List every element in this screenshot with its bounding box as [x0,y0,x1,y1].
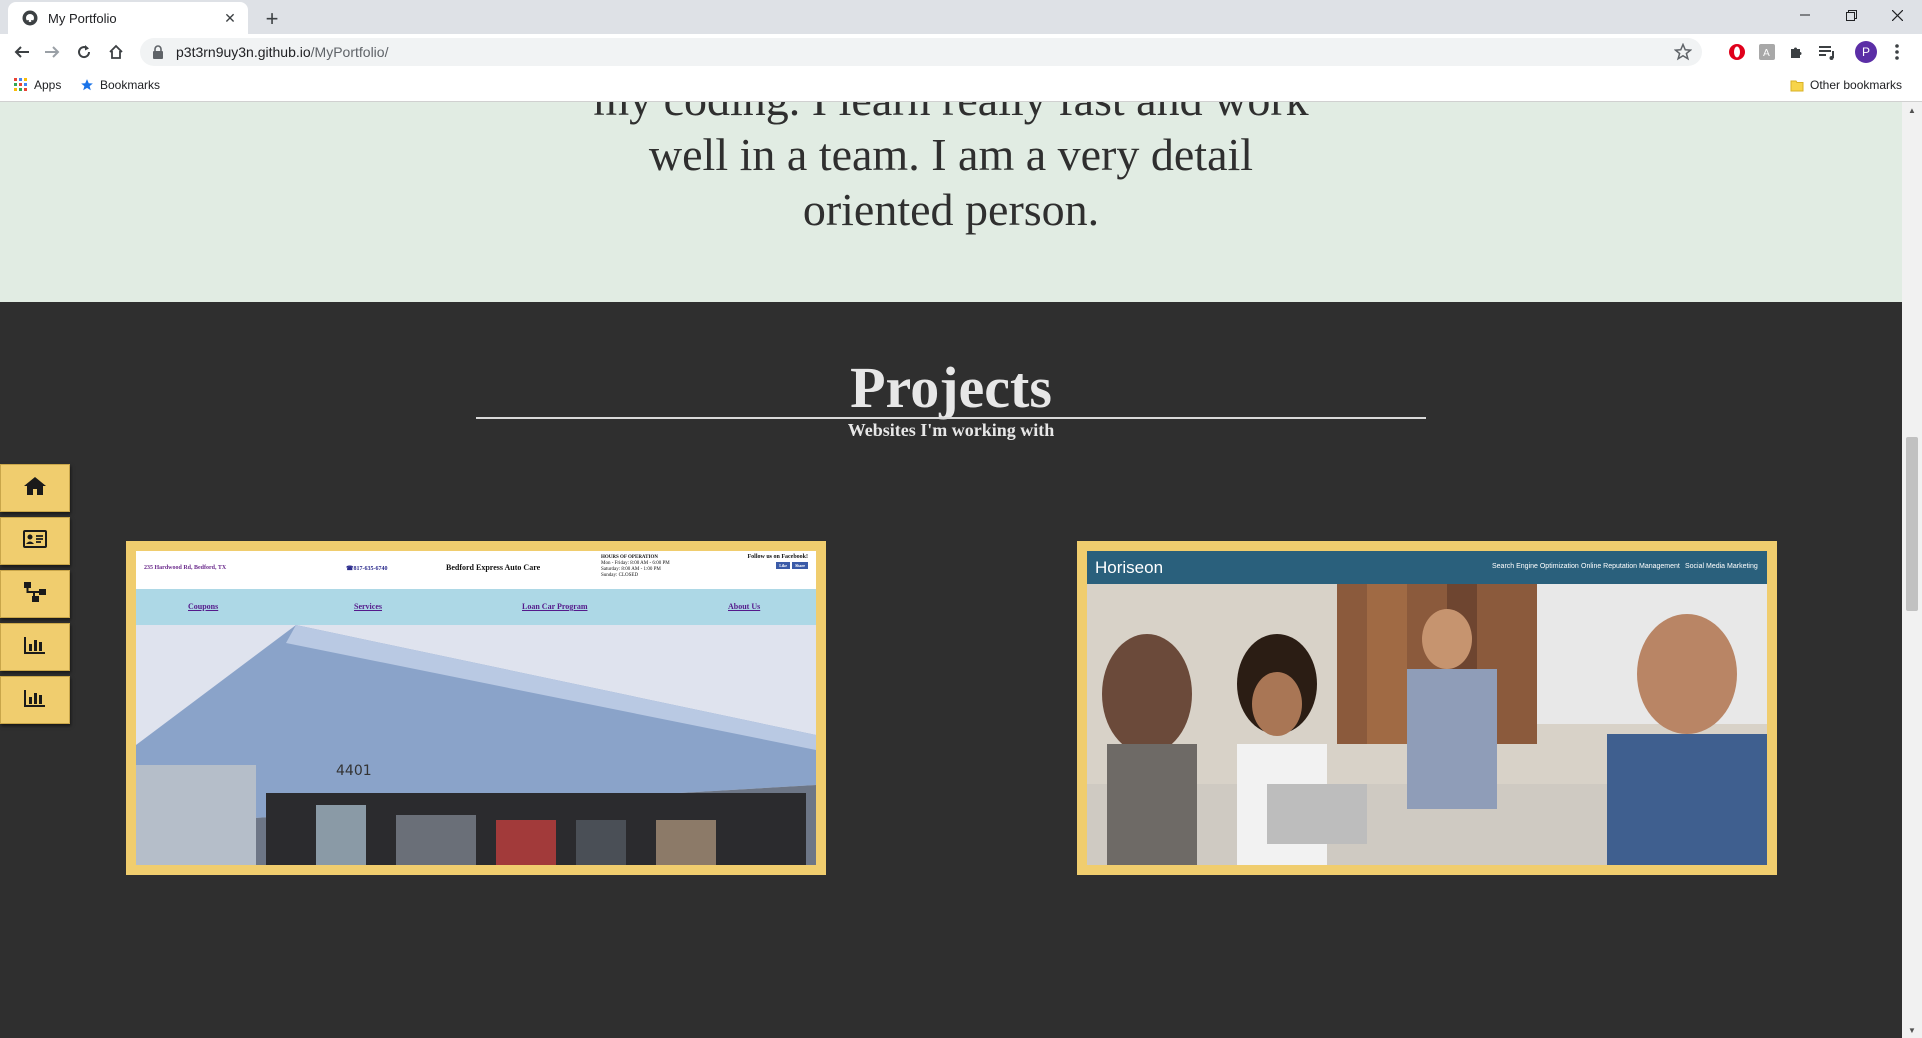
new-tab-button[interactable]: + [258,5,286,33]
url-host: p3t3rn9uy3n.github.io [176,44,311,60]
other-bookmarks-folder[interactable]: Other bookmarks [1790,78,1902,92]
bedford-header: 235 Hardwood Rd, Bedford, TX ☎817-635-67… [136,551,816,589]
opera-extension-icon[interactable] [1727,42,1747,62]
horiseon-nav-seo: Search Engine Optimization [1492,563,1579,570]
page-viewport: my coding. I learn really fast and work … [0,102,1902,1038]
project-card-bedford[interactable]: 235 Hardwood Rd, Bedford, TX ☎817-635-67… [126,541,826,875]
close-window-icon[interactable] [1874,0,1920,30]
tab-close-icon[interactable]: ✕ [222,10,238,26]
folder-icon [1790,78,1804,92]
github-favicon-icon [22,10,38,26]
side-nav [0,464,70,729]
puzzle-extensions-icon[interactable] [1787,42,1807,62]
apps-bookmark[interactable]: Apps [14,78,61,92]
bedford-nav-coupons: Coupons [188,602,219,611]
scroll-up-icon[interactable]: ▲ [1902,102,1922,118]
sitemap-icon [23,581,47,608]
address-bar[interactable]: p3t3rn9uy3n.github.io/MyPortfolio/ [140,38,1702,66]
reload-icon[interactable] [70,38,98,66]
building-number: 4401 [336,763,372,779]
about-text: my coding. I learn really fast and work … [570,102,1332,237]
bedford-nav-services: Services [354,602,382,611]
bedford-name: Bedford Express Auto Care [446,563,541,572]
browser-toolbar: p3t3rn9uy3n.github.io/MyPortfolio/ A P [0,34,1922,70]
scroll-down-icon[interactable]: ▼ [1902,1022,1922,1038]
horiseon-nav-social: Social Media Marketing [1685,563,1758,570]
bedford-facebook: Follow us on Facebook! Like Share [747,554,808,569]
horiseon-header: Horiseon Search Engine Optimization Onli… [1087,551,1767,584]
bedford-nav-about: About Us [728,602,761,611]
bedford-nav: Coupons Services Loan Car Program About … [136,589,816,625]
extension-icon[interactable]: A [1757,42,1777,62]
scroll-thumb[interactable] [1906,437,1918,611]
horiseon-nav-reputation: Online Reputation Management [1581,563,1680,570]
back-arrow-icon[interactable] [8,38,36,66]
fb-like-button: Like [776,562,791,569]
page-scrollbar[interactable]: ▲ ▼ [1902,102,1922,1038]
horiseon-team-photo [1087,584,1767,865]
media-playlist-icon[interactable] [1817,42,1837,62]
bedford-phone-number: 817-635-6740 [353,566,388,572]
bedford-building-photo: 4401 [136,625,816,865]
bookmarks-folder[interactable]: Bookmarks [80,78,160,92]
minimize-icon[interactable] [1782,0,1828,30]
restore-icon[interactable] [1828,0,1874,30]
bar-chart-icon [24,636,46,659]
about-line: oriented person. [802,184,1100,235]
apps-grid-icon [14,78,28,92]
fb-share-button: Share [792,562,808,569]
side-nav-stats[interactable] [0,676,70,724]
profile-avatar[interactable]: P [1855,41,1877,63]
bedford-address: 235 Hardwood Rd, Bedford, TX [144,565,227,571]
browser-tab[interactable]: My Portfolio ✕ [8,2,248,34]
about-line: well in a team. I am a very detail [648,129,1254,180]
side-nav-contact[interactable] [0,517,70,565]
url-text: p3t3rn9uy3n.github.io/MyPortfolio/ [176,44,388,60]
bookmarks-label: Bookmarks [100,78,161,92]
side-nav-skills[interactable] [0,623,70,671]
projects-divider [476,417,1426,419]
apps-label: Apps [34,78,62,92]
bedford-hours-line: Sunday: CLOSED [601,573,639,578]
bedford-hours: HOURS OF OPERATION Mon - Friday: 8:00 AM… [601,555,670,579]
bookmark-star-icon[interactable] [1674,43,1692,61]
bookmarks-bar: Apps Bookmarks Other bookmarks [0,70,1922,102]
projects-title: Projects [850,355,1052,420]
bedford-facebook-text: Follow us on Facebook! [747,554,808,560]
horiseon-screenshot: Horiseon Search Engine Optimization Onli… [1087,551,1767,865]
bedford-nav-loan-car: Loan Car Program [522,602,588,611]
horiseon-logo: Horiseon [1095,558,1164,577]
contact-card-icon [23,529,47,553]
forward-arrow-icon[interactable] [38,38,66,66]
star-bookmark-icon [80,78,94,92]
tab-title: My Portfolio [48,10,117,26]
project-card-horiseon[interactable]: Horiseon Search Engine Optimization Onli… [1077,541,1777,875]
menu-kebab-icon[interactable] [1887,42,1907,62]
about-section: my coding. I learn really fast and work … [0,102,1902,302]
side-nav-projects[interactable] [0,570,70,618]
projects-subtitle: Websites I'm working with [847,420,1055,440]
other-bookmarks-label: Other bookmarks [1810,78,1903,92]
lock-icon [152,45,166,59]
side-nav-home[interactable] [0,464,70,512]
home-browser-icon[interactable] [102,38,130,66]
url-path: /MyPortfolio/ [310,44,389,60]
home-icon [23,476,47,501]
svg-text:A: A [1763,48,1770,59]
bedford-phone: ☎817-635-6740 [346,566,388,572]
about-line: my coding. I learn really fast and work [570,102,1332,127]
bedford-screenshot: 235 Hardwood Rd, Bedford, TX ☎817-635-67… [136,551,816,865]
browser-tab-bar: My Portfolio ✕ + [0,0,1922,34]
bar-chart-icon [24,689,46,712]
